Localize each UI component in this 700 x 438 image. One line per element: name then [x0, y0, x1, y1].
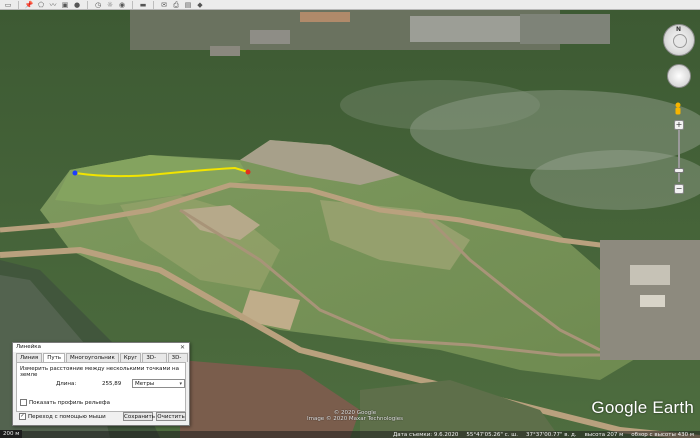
imagery-attribution: © 2020 Google Image © 2020 Maxar Technol… [305, 410, 405, 422]
tab-polygon[interactable]: Многоугольник [66, 353, 119, 362]
path-panel: Измерить расстояние между несколькими то… [16, 362, 186, 412]
eye-altitude: обзор с высоты 430 м [631, 431, 694, 438]
overlay-icon[interactable]: ▣ [61, 1, 69, 9]
sun-icon[interactable]: ☼ [106, 1, 114, 9]
print-icon[interactable]: ⎙ [172, 1, 180, 9]
chevron-down-icon: ▾ [179, 381, 182, 387]
dialog-title: Линейка [13, 343, 189, 352]
zoom-slider[interactable]: + − [674, 120, 684, 194]
navigation-controls: N + − [662, 24, 695, 194]
attribution-line: Image © 2020 Maxar Technologies [306, 416, 404, 422]
unit-select[interactable]: Метры ▾ [132, 379, 185, 388]
tab-circle[interactable]: Круг [119, 353, 142, 362]
tour-icon[interactable]: ● [73, 1, 81, 9]
placemark-icon[interactable]: 📌 [25, 1, 34, 9]
hide-sidebar-icon[interactable]: ▭ [4, 1, 12, 9]
ruler-tabs: Линия Путь Многоугольник Круг 3D-путь 3D… [13, 353, 189, 369]
tab-3d-path[interactable]: 3D-путь [142, 353, 167, 369]
compass-ring[interactable]: N [663, 24, 695, 56]
checkbox-box[interactable] [20, 399, 27, 406]
zoom-knob[interactable] [674, 168, 684, 173]
pegman-icon[interactable] [674, 102, 682, 116]
look-joystick[interactable] [667, 64, 691, 88]
zoom-track [678, 130, 680, 182]
email-icon[interactable]: ✉ [160, 1, 168, 9]
elevation: высота 207 м [584, 431, 624, 438]
path-end-point [245, 169, 251, 175]
clear-button[interactable]: Очистить [156, 412, 186, 421]
show-profile-label: Показать профиль рельефа [29, 399, 111, 406]
toolbar-separator [153, 0, 154, 9]
longitude: 37°37'00.77" в. д. [525, 431, 577, 438]
show-profile-checkbox[interactable]: Показать профиль рельефа [20, 399, 110, 406]
ruler-icon[interactable]: ▬ [139, 1, 147, 9]
historical-imagery-icon[interactable]: ◷ [94, 1, 102, 9]
path-start-point [72, 170, 78, 176]
planets-icon[interactable]: ◉ [118, 1, 126, 9]
status-bar: Дата съемки: 9.6.2020 55°47'05.26" с. ш.… [0, 431, 700, 438]
toolbar-separator [18, 0, 19, 9]
instruction-text: Измерить расстояние между несколькими то… [20, 366, 179, 378]
maps-icon[interactable]: ◆ [196, 1, 204, 9]
toolbar-separator [132, 0, 133, 9]
imagery-date: Дата съемки: 9.6.2020 [392, 431, 459, 438]
close-icon[interactable]: ✕ [179, 344, 186, 351]
length-value: 255,89 [102, 381, 122, 387]
zoom-in-button[interactable]: + [674, 120, 684, 130]
mouse-nav-checkbox[interactable]: ✓ Переход с помощью мыши [19, 413, 106, 420]
polygon-icon[interactable]: ⬠ [37, 1, 45, 9]
toolbar-separator [87, 0, 88, 9]
unit-selected: Метры [135, 381, 155, 387]
save-image-icon[interactable]: ▤ [184, 1, 192, 9]
google-earth-logo: Google Earth [591, 398, 694, 417]
tab-line[interactable]: Линия [16, 353, 43, 362]
zoom-out-button[interactable]: − [674, 184, 684, 194]
north-icon: N [676, 26, 682, 33]
toolbar: ▭ 📌 ⬠ 〰 ▣ ● ◷ ☼ ◉ ▬ ✉ ⎙ ▤ ◆ [0, 0, 700, 10]
path-icon[interactable]: 〰 [49, 1, 57, 9]
latitude: 55°47'05.26" с. ш. [466, 431, 518, 438]
checkbox-box-checked[interactable]: ✓ [19, 413, 26, 420]
length-label: Длина: [56, 381, 77, 387]
mouse-nav-label: Переход с помощью мыши [28, 413, 106, 420]
save-button[interactable]: Сохранить [123, 412, 155, 421]
scale-legend: 200 м [0, 430, 23, 438]
ruler-dialog: Линейка ✕ Линия Путь Многоугольник Круг … [12, 342, 190, 426]
tab-3d-polygon[interactable]: 3D-мн [167, 353, 188, 369]
compass-center[interactable] [673, 34, 687, 48]
